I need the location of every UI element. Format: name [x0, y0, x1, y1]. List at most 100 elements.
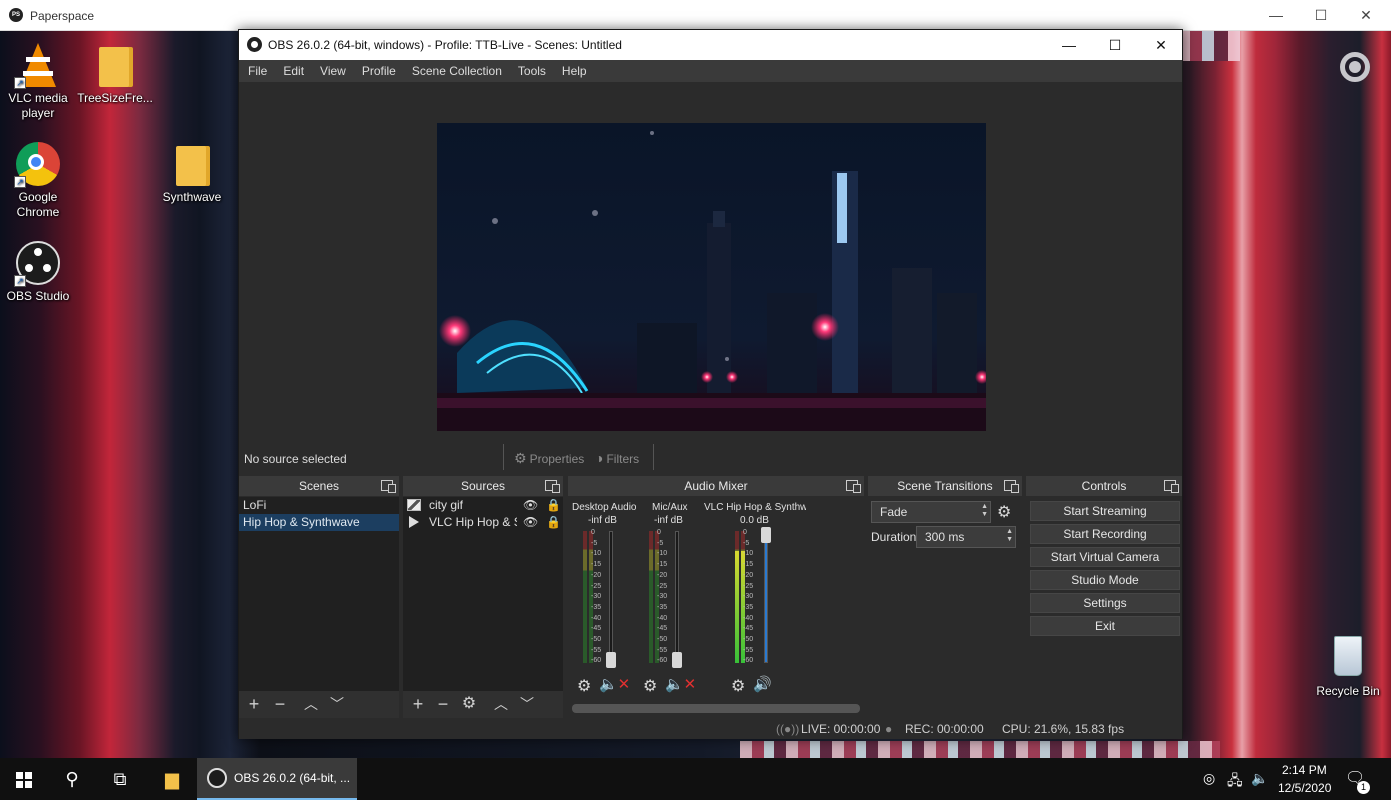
- clock-time[interactable]: 2:14 PM: [1282, 763, 1327, 777]
- start-button[interactable]: [0, 758, 48, 800]
- wallpaper-stripes: [740, 741, 1220, 758]
- exit-button[interactable]: Exit: [1030, 616, 1180, 636]
- undock-icon[interactable]: [846, 480, 861, 493]
- paperspace-maximize-button[interactable]: ☐: [1298, 0, 1344, 31]
- fader-knob[interactable]: [672, 652, 682, 668]
- duration-spinbox[interactable]: 300 ms ▲ ▼: [916, 526, 1016, 548]
- fader-knob[interactable]: [761, 527, 771, 543]
- channel-settings-gear-icon[interactable]: ⚙: [731, 676, 745, 696]
- preview-canvas[interactable]: [437, 123, 986, 431]
- add-scene-icon[interactable]: +: [244, 694, 264, 714]
- fader-knob[interactable]: [606, 652, 616, 668]
- obs-close-button[interactable]: ✕: [1138, 30, 1184, 60]
- desktop-icon-vlc[interactable]: ↗ VLC media player: [0, 41, 76, 121]
- menu-edit[interactable]: Edit: [275, 60, 312, 82]
- live-status: LIVE: 00:00:00: [801, 722, 881, 736]
- volume-fader[interactable]: [764, 531, 768, 663]
- image-source-icon: [407, 499, 421, 511]
- sources-title: Sources: [403, 476, 563, 496]
- properties-button[interactable]: ⚙ Properties: [514, 450, 584, 467]
- desktop-icon-synthwave[interactable]: Synthwave: [154, 140, 230, 205]
- undock-icon[interactable]: [1164, 480, 1179, 493]
- menu-tools[interactable]: Tools: [510, 60, 554, 82]
- scenes-footer: + − ︿ ﹀: [239, 691, 399, 718]
- start-streaming-button[interactable]: Start Streaming: [1030, 501, 1180, 521]
- duration-label: Duration: [871, 530, 917, 544]
- paperspace-close-button[interactable]: ✕: [1343, 0, 1389, 31]
- chrome-icon: ↗: [14, 140, 62, 188]
- channel-settings-gear-icon[interactable]: ⚙: [643, 676, 657, 696]
- studio-mode-button[interactable]: Studio Mode: [1030, 570, 1180, 590]
- lock-icon[interactable]: 🔒: [546, 514, 561, 531]
- scene-item-lofi[interactable]: LoFi: [239, 497, 399, 514]
- source-item-vlc[interactable]: VLC Hip Hop & Synthwave 👁 🔒: [403, 514, 563, 531]
- obs-minimize-button[interactable]: —: [1046, 30, 1092, 60]
- remove-scene-icon[interactable]: −: [270, 694, 290, 714]
- move-up-icon[interactable]: ︿: [491, 694, 511, 714]
- clock-date[interactable]: 12/5/2020: [1278, 781, 1331, 795]
- channel-db: 0.0 dB: [740, 515, 769, 526]
- obs-icon: [207, 768, 227, 788]
- move-down-icon[interactable]: ﹀: [517, 694, 537, 714]
- network-icon[interactable]: 🖧: [1227, 770, 1243, 794]
- eye-icon[interactable]: 👁: [523, 514, 538, 531]
- obs-maximize-button[interactable]: ☐: [1092, 30, 1138, 60]
- obs-tray-icon[interactable]: ◎: [1203, 770, 1215, 787]
- menu-scene-collection[interactable]: Scene Collection: [404, 60, 510, 82]
- menu-bar: File Edit View Profile Scene Collection …: [239, 60, 1182, 82]
- volume-icon[interactable]: 🔈: [1251, 770, 1268, 787]
- task-view-icon[interactable]: ⧉: [96, 758, 144, 800]
- source-properties-gear-icon[interactable]: ⚙: [459, 694, 479, 714]
- rec-status: REC: 00:00:00: [905, 722, 984, 736]
- mixer-horizontal-scrollbar[interactable]: [572, 704, 860, 713]
- start-virtual-camera-button[interactable]: Start Virtual Camera: [1030, 547, 1180, 567]
- channel-db: -inf dB: [654, 515, 683, 526]
- remove-source-icon[interactable]: −: [433, 694, 453, 714]
- desktop-icon-chrome[interactable]: ↗ Google Chrome: [0, 140, 76, 220]
- transition-settings-gear-icon[interactable]: ⚙: [997, 502, 1011, 522]
- add-source-icon[interactable]: +: [408, 694, 428, 714]
- move-up-icon[interactable]: ︿: [301, 694, 321, 714]
- filters-button[interactable]: ◑ Filters: [595, 450, 639, 466]
- paperspace-minimize-button[interactable]: —: [1253, 0, 1299, 31]
- start-recording-button[interactable]: Start Recording: [1030, 524, 1180, 544]
- desktop-icon-obs[interactable]: ↗ OBS Studio: [0, 239, 76, 304]
- menu-help[interactable]: Help: [554, 60, 595, 82]
- channel-settings-gear-icon[interactable]: ⚙: [577, 676, 591, 696]
- channel-name: Mic/Aux: [652, 502, 688, 513]
- eye-icon[interactable]: 👁: [523, 497, 538, 514]
- recycle-bin-icon: [1324, 634, 1372, 682]
- undock-icon[interactable]: [545, 480, 560, 493]
- speaker-icon[interactable]: 🔊: [753, 675, 772, 693]
- file-explorer-icon[interactable]: ▆: [148, 758, 196, 800]
- duration-value: 300 ms: [925, 530, 965, 544]
- desktop-icon-treesize[interactable]: TreeSizeFre...: [77, 41, 153, 106]
- desktop-icon-label: Recycle Bin: [1316, 684, 1380, 698]
- move-down-icon[interactable]: ﹀: [327, 694, 347, 714]
- volume-fader[interactable]: [675, 531, 679, 663]
- undock-icon[interactable]: [381, 480, 396, 493]
- transition-select[interactable]: Fade ▲ ▼: [871, 501, 991, 523]
- paperspace-overlay-icon[interactable]: [1340, 52, 1370, 82]
- volume-fader[interactable]: [609, 531, 613, 663]
- lock-icon[interactable]: 🔒: [546, 497, 561, 514]
- undock-icon[interactable]: [1004, 480, 1019, 493]
- search-icon[interactable]: ⚲: [48, 758, 96, 800]
- desktop-icon-recycle-bin[interactable]: Recycle Bin: [1310, 634, 1386, 699]
- scene-transitions-dock: Scene Transitions Fade ▲ ▼ ⚙ Duration 300…: [868, 476, 1022, 718]
- muted-speaker-icon[interactable]: 🔈✕: [599, 675, 630, 693]
- paperspace-title: Paperspace: [30, 9, 95, 23]
- volume-meter: [583, 531, 587, 663]
- taskbar-obs-button[interactable]: OBS 26.0.2 (64-bit, ...: [197, 758, 357, 800]
- settings-button[interactable]: Settings: [1030, 593, 1180, 613]
- source-item-city-gif[interactable]: city gif 👁 🔒: [403, 497, 563, 514]
- menu-view[interactable]: View: [312, 60, 354, 82]
- menu-profile[interactable]: Profile: [354, 60, 404, 82]
- muted-speaker-icon[interactable]: 🔈✕: [665, 675, 696, 693]
- spin-arrows-icon: ▲ ▼: [1006, 528, 1013, 543]
- scene-item-hip-hop-synthwave[interactable]: Hip Hop & Synthwave: [239, 514, 399, 531]
- desktop-icon-label: VLC media player: [8, 91, 68, 120]
- source-label: city gif: [429, 498, 464, 512]
- chevron-updown-icon: ▲ ▼: [981, 503, 988, 518]
- menu-file[interactable]: File: [239, 60, 275, 82]
